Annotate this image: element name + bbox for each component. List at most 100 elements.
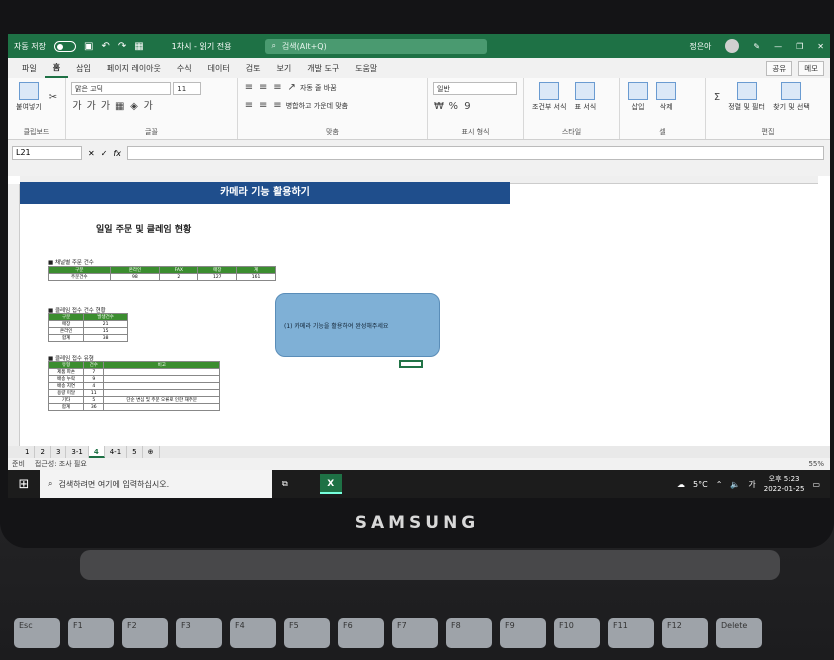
align-bottom-icon[interactable]: ≡ [271,82,283,94]
number-format-select[interactable]: 일반 [433,82,517,95]
sheet-tab-3[interactable]: 3 [51,446,67,458]
pen-icon[interactable]: ✎ [753,42,760,51]
tab-review[interactable]: 검토 [238,58,269,78]
tab-home[interactable]: 홈 [44,58,69,78]
temperature[interactable]: 5°C [693,480,708,489]
redo-icon[interactable]: ↷ [118,41,126,52]
sheet-tab-4-1[interactable]: 4-1 [105,446,128,458]
tab-data[interactable]: 데이터 [200,58,238,78]
row-headers[interactable] [8,184,20,446]
key-f10[interactable]: F10 [554,618,600,648]
minimize-icon[interactable]: — [774,42,782,51]
key-f9[interactable]: F9 [500,618,546,648]
bold-icon[interactable]: 가 [71,101,83,113]
undo-icon[interactable]: ↶ [101,41,109,52]
align-center-icon[interactable]: ≡ [257,100,269,112]
align-right-icon[interactable]: ≡ [271,100,283,112]
wrap-text-button[interactable]: 자동 줄 바꿈 [300,84,337,92]
clock[interactable]: 오후 5:23 2022-01-25 [764,474,805,494]
restore-icon[interactable]: ❐ [796,42,803,51]
key-f11[interactable]: F11 [608,618,654,648]
tab-insert[interactable]: 삽입 [68,58,99,78]
volume-icon[interactable]: 🔈 [730,480,740,489]
zoom-level[interactable]: 55% [808,460,830,468]
font-size-select[interactable]: 11 [173,82,202,95]
taskbar-search[interactable]: ⌕ 검색하려면 여기에 입력하십시오. [40,470,272,498]
paste-button[interactable]: 붙여넣기 [16,82,42,112]
find-select-button[interactable]: 찾기 및 선택 [773,82,810,112]
user-name[interactable]: 정은아 [689,41,711,52]
sheet-tab-4[interactable]: 4 [88,446,105,458]
chevron-up-icon[interactable]: ⌃ [716,480,723,489]
align-top-icon[interactable]: ≡ [243,82,255,94]
save-icon[interactable]: ▣ [84,41,93,52]
tab-formulas[interactable]: 수식 [169,58,200,78]
key-f5[interactable]: F5 [284,618,330,648]
table-icon[interactable]: ▦ [134,41,143,52]
ribbon: 붙여넣기 ✂ 클립보드 맑은 고딕 11 가 가 가 ▦ ◈ 가 글꼴 ≡ ≡ … [8,78,830,140]
align-left-icon[interactable]: ≡ [243,100,255,112]
tab-file[interactable]: 파일 [14,58,45,78]
document-title[interactable]: 1차시 - 읽기 전용 [172,41,232,52]
tab-developer[interactable]: 개발 도구 [299,58,347,78]
orientation-icon[interactable]: ↗ [286,82,298,94]
percent-icon[interactable]: % [447,101,459,113]
font-color-icon[interactable]: 가 [142,101,154,113]
instruction-callout[interactable]: (1) 카메라 기능을 활용하여 완성해주세요 [275,293,440,357]
ime-indicator[interactable]: 가 [748,479,755,490]
key-f4[interactable]: F4 [230,618,276,648]
key-f1[interactable]: F1 [68,618,114,648]
delete-cells-button[interactable]: 삭제 [656,82,677,112]
excel-taskbar-icon[interactable]: X [319,474,342,494]
key-esc[interactable]: Esc [14,618,60,648]
autosave-toggle[interactable] [53,40,76,52]
align-middle-icon[interactable]: ≡ [257,82,269,94]
avatar[interactable] [725,39,740,53]
windows-start-icon[interactable]: ⊞ [8,477,40,492]
close-icon[interactable]: ✕ [817,42,824,51]
sheet-tab-3-1[interactable]: 3-1 [66,446,89,458]
currency-icon[interactable]: ₩ [433,101,445,113]
name-box[interactable]: L21 [12,146,82,160]
key-f2[interactable]: F2 [122,618,168,648]
format-table-button[interactable]: 표 서식 [575,82,596,112]
key-f7[interactable]: F7 [392,618,438,648]
key-f8[interactable]: F8 [446,618,492,648]
key-f3[interactable]: F3 [176,618,222,648]
add-sheet-icon[interactable]: ⊕ [143,446,160,458]
sort-filter-button[interactable]: 정렬 및 필터 [728,82,765,112]
sheet-tab-1[interactable]: 1 [20,446,36,458]
cut-icon[interactable]: ✂ [47,92,59,104]
key-f6[interactable]: F6 [338,618,384,648]
key-delete[interactable]: Delete [716,618,762,648]
key-f12[interactable]: F12 [662,618,708,648]
border-icon[interactable]: ▦ [114,101,126,113]
sheet-tab-2[interactable]: 2 [35,446,51,458]
worksheet[interactable]: 카메라 기능 활용하기 일일 주문 및 클레임 현황 ■ 채널별 주문 건수 구… [8,176,830,446]
font-name-select[interactable]: 맑은 고딕 [71,82,171,95]
search-box[interactable]: ⌕ 검색(Alt+Q) [265,38,488,54]
formula-input[interactable] [126,146,824,160]
comma-icon[interactable]: 9 [461,101,473,113]
weather-icon[interactable]: ☁ [677,480,685,489]
share-button[interactable]: 공유 [766,60,793,76]
conditional-format-button[interactable]: 조건부 서식 [532,82,566,112]
enter-icon[interactable]: ✓ [101,149,108,158]
tab-help[interactable]: 도움말 [347,58,385,78]
merge-center-button[interactable]: 병합하고 가운데 맞춤 [286,102,348,110]
cancel-icon[interactable]: ✕ [88,149,95,158]
sheet-tab-5[interactable]: 5 [127,446,143,458]
sum-icon[interactable]: Σ [711,92,723,104]
tab-view[interactable]: 보기 [268,58,299,78]
selected-cell[interactable] [399,360,423,368]
accessibility-status[interactable]: 접근성: 조사 필요 [35,459,87,469]
insert-cells-button[interactable]: 삽입 [628,82,648,112]
task-view-icon[interactable]: ⧉ [282,479,288,489]
fx-icon[interactable]: fx [113,149,121,158]
memo-button[interactable]: 메모 [798,60,824,76]
fill-color-icon[interactable]: ◈ [128,101,140,113]
tab-page-layout[interactable]: 페이지 레이아웃 [99,58,169,78]
italic-icon[interactable]: 가 [85,101,97,113]
notification-icon[interactable]: ▭ [812,480,820,489]
underline-icon[interactable]: 가 [99,101,111,113]
